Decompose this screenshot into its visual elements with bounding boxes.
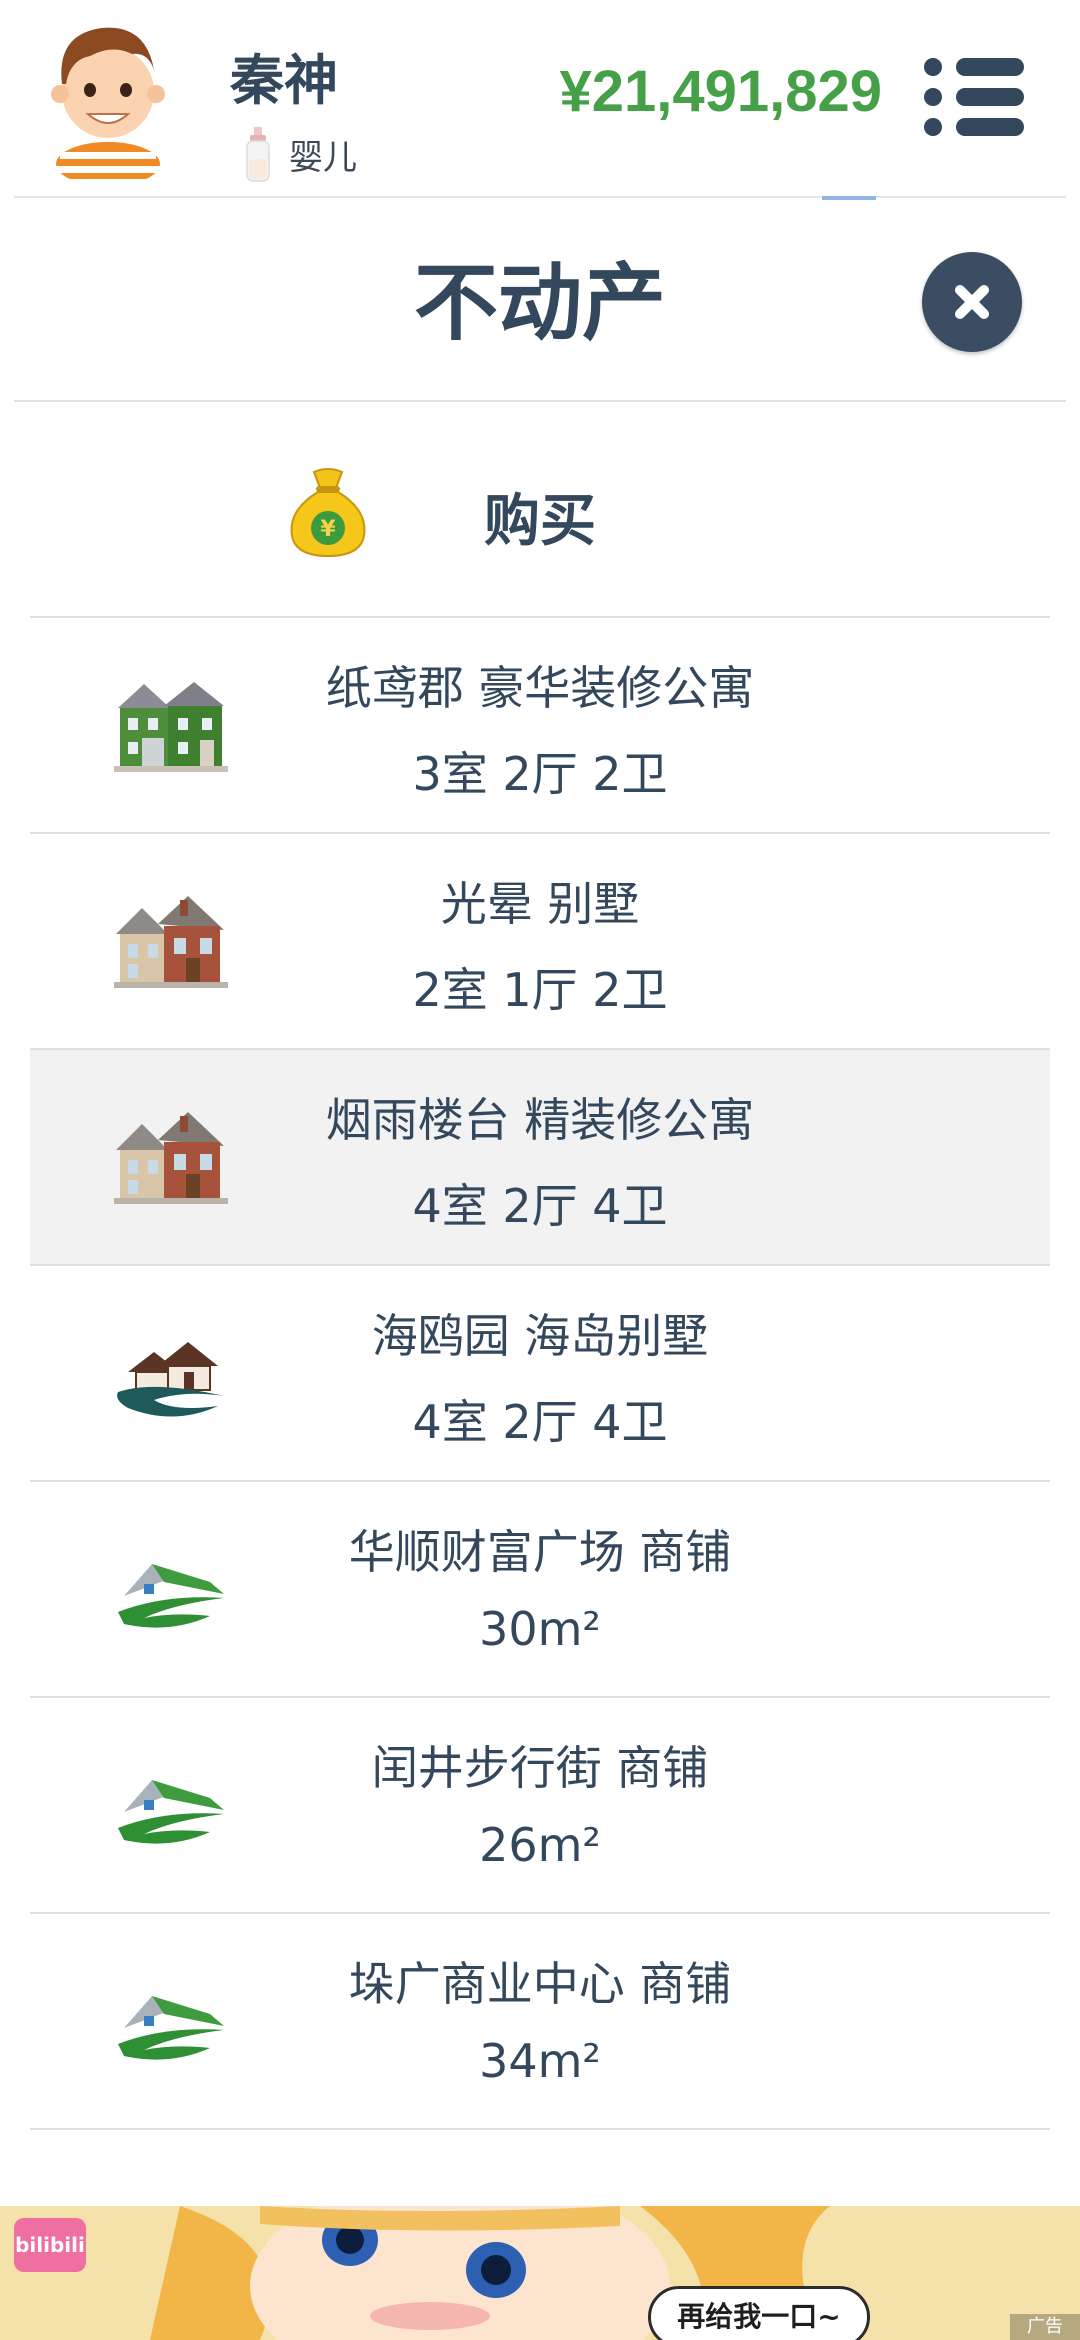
username: 秦神 [230, 49, 338, 112]
property-detail: 4室 2厅 4卫 [412, 1179, 668, 1233]
buy-label: 购买 [484, 489, 596, 554]
baby-bottle-icon [246, 127, 270, 182]
property-name: 华顺财富广场 商铺 [348, 1525, 732, 1579]
property-detail: 26m² [479, 1818, 601, 1872]
property-row[interactable]: 闰井步行街 商铺 26m² [30, 1696, 1050, 1912]
property-row[interactable]: 光晕 别墅 2室 1厅 2卫 [30, 832, 1050, 1048]
ad-illustration [0, 2206, 1080, 2340]
ad-tag: 广告 [1010, 2314, 1080, 2340]
property-row[interactable]: 垛广商业中心 商铺 34m² [30, 1912, 1050, 2128]
list-divider [30, 2128, 1050, 2130]
app-header: 秦神 婴儿 ¥21,491,829 [0, 0, 1080, 195]
property-detail: 30m² [479, 1602, 601, 1656]
property-detail: 2室 1厅 2卫 [412, 963, 668, 1017]
list-menu-icon [918, 58, 1026, 76]
property-name: 闰井步行街 商铺 [371, 1741, 709, 1795]
property-row[interactable]: 海鸥园 海岛别墅 4室 2厅 4卫 [30, 1264, 1050, 1480]
property-detail: 34m² [479, 2034, 601, 2088]
life-stage-label: 婴儿 [289, 137, 357, 178]
ad-banner[interactable]: bilibili 再给我一口~ 广告 [0, 2206, 1080, 2340]
title-divider [14, 400, 1066, 402]
property-detail: 4室 2厅 4卫 [412, 1395, 668, 1449]
buy-button[interactable]: ¥ 购买 [30, 410, 1050, 616]
property-row[interactable]: 纸鸢郡 豪华装修公寓 3室 2厅 2卫 [30, 616, 1050, 832]
property-name: 海鸥园 海岛别墅 [371, 1309, 709, 1363]
property-list: 纸鸢郡 豪华装修公寓 3室 2厅 2卫 光晕 别墅 2室 1厅 2卫 烟雨楼台 … [30, 616, 1050, 2130]
property-name: 纸鸢郡 豪华装修公寓 [325, 661, 755, 715]
bilibili-logo: bilibili [14, 2218, 86, 2272]
scroll-indicator [822, 196, 876, 200]
property-name: 烟雨楼台 精装修公寓 [325, 1093, 755, 1147]
property-name: 光晕 别墅 [440, 877, 640, 931]
panel-title: 不动产 [413, 254, 666, 352]
property-row[interactable]: 华顺财富广场 商铺 30m² [30, 1480, 1050, 1696]
property-row[interactable]: 烟雨楼台 精装修公寓 4室 2厅 4卫 [30, 1048, 1050, 1264]
avatar[interactable] [42, 14, 174, 179]
property-name: 垛广商业中心 商铺 [348, 1957, 732, 2011]
close-button[interactable] [922, 252, 1022, 352]
header-divider [14, 196, 1066, 198]
ad-speech-bubble: 再给我一口~ [648, 2286, 870, 2340]
life-stage: 婴儿 [245, 124, 357, 184]
property-detail: 3室 2厅 2卫 [412, 747, 668, 801]
money-balance: ¥21,491,829 [559, 59, 882, 124]
menu-button[interactable] [918, 54, 1026, 140]
